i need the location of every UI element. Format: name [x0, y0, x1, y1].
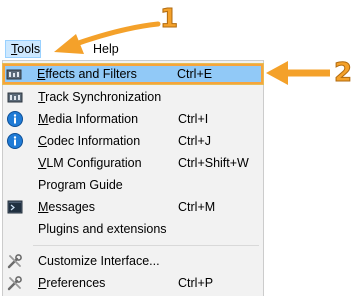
- menu-tools-label: Tools: [11, 42, 41, 56]
- menu-item-codec-information[interactable]: Codec Information Ctrl+J: [4, 131, 262, 151]
- menu-item-label: Effects and Filters: [37, 67, 137, 81]
- menu-item-media-information[interactable]: Media Information Ctrl+I: [4, 109, 262, 129]
- menu-item-shortcut: Ctrl+I: [178, 112, 209, 126]
- callout-arrow-2: [266, 61, 330, 85]
- menu-item-preferences[interactable]: Preferences Ctrl+P: [4, 273, 262, 293]
- menu-item-customize-interface[interactable]: Customize Interface...: [4, 251, 262, 271]
- info-icon: [7, 133, 23, 149]
- menu-item-shortcut: Ctrl+J: [178, 134, 211, 148]
- terminal-icon: [7, 199, 23, 215]
- menu-item-label: VLM Configuration: [38, 156, 142, 170]
- menu-item-label: Codec Information: [38, 134, 141, 148]
- menu-separator: [33, 245, 259, 246]
- menu-tools[interactable]: Tools: [5, 40, 41, 58]
- tools-icon: [7, 275, 23, 291]
- menu-item-plugins-and-extensions[interactable]: Plugins and extensions: [4, 219, 262, 239]
- callout-arrow-1: [54, 21, 161, 54]
- equalizer-icon: [7, 89, 23, 105]
- menu-item-shortcut: Ctrl+P: [178, 276, 214, 290]
- equalizer-icon: [6, 66, 22, 82]
- menu-item-label: Messages: [38, 200, 95, 214]
- menu-item-label: Plugins and extensions: [38, 222, 167, 236]
- menu-item-messages[interactable]: Messages Ctrl+M: [4, 197, 262, 217]
- tools-dropdown-menu: Effects and Filters Ctrl+E Track Synchro…: [2, 60, 264, 296]
- menu-item-shortcut: Ctrl+M: [178, 200, 216, 214]
- menu-item-label: Media Information: [38, 112, 139, 126]
- menu-item-effects-and-filters[interactable]: Effects and Filters Ctrl+E: [2, 63, 264, 85]
- tools-icon: [7, 253, 23, 269]
- menu-item-program-guide[interactable]: Program Guide: [4, 175, 262, 195]
- menu-item-shortcut: Ctrl+E: [177, 67, 213, 81]
- menu-item-label: Preferences: [38, 276, 106, 290]
- menu-item-vlm-configuration[interactable]: VLM Configuration Ctrl+Shift+W: [4, 153, 262, 173]
- callout-number-2: 2: [333, 58, 353, 89]
- menu-item-shortcut: Ctrl+Shift+W: [178, 156, 249, 170]
- menu-item-track-synchronization[interactable]: Track Synchronization: [4, 87, 262, 107]
- menu-item-label: Program Guide: [38, 178, 123, 192]
- menu-item-label: Customize Interface...: [38, 254, 160, 268]
- menu-item-label: Track Synchronization: [38, 90, 162, 104]
- info-icon: [7, 111, 23, 127]
